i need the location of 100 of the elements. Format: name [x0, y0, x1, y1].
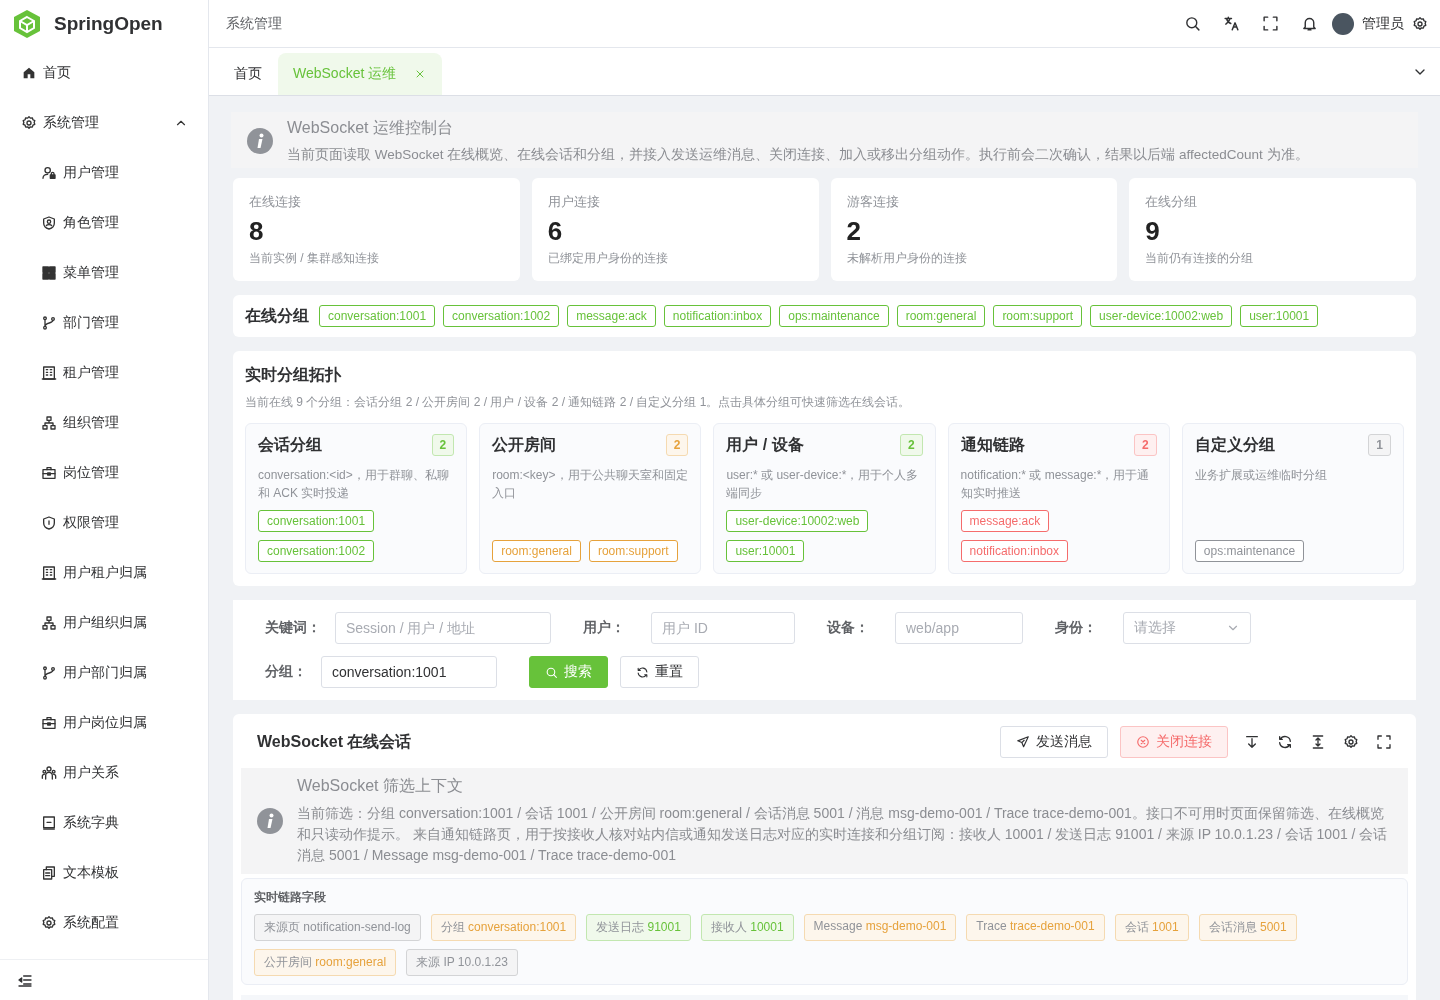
stat-label: 用户连接 [547, 193, 601, 211]
user-name[interactable]: 管理员 [1362, 14, 1404, 33]
shield-user-icon [41, 215, 57, 231]
copy-icon [41, 865, 57, 881]
group-description: room:<key>，用于公共聊天室和固定入口 [492, 467, 689, 502]
section-title: 在线分组 [245, 305, 309, 326]
reset-button[interactable]: 重置 [620, 656, 699, 688]
building-icon [41, 365, 57, 381]
collapse-menu-icon[interactable] [17, 972, 33, 988]
field-chip: Message msg-demo-001 [803, 914, 957, 941]
field-chip: 会话 1001 [1114, 914, 1189, 941]
stat-value: 6 [547, 216, 564, 246]
stat-note: 当前仍有连接的分组 [1145, 250, 1255, 267]
input-field[interactable]: 用户 ID [651, 612, 795, 644]
section-title: WebSocket 在线会话 [257, 731, 412, 752]
stat-value: 8 [249, 216, 265, 246]
branch-icon [41, 315, 57, 331]
menu-item[interactable]: 系统配置 [0, 898, 208, 948]
section-subtitle: 当前在线 9 个分组：会话分组 2 / 公开房间 2 / 用户 / 设备 2 / 通知链路 2 / 自定义分组 1。点击具体分组可快速筛选在线会话。 [245, 394, 912, 411]
home-icon [21, 65, 37, 81]
field-chip: 公开房间 room:general [254, 949, 397, 976]
group-title: 会话分组 [258, 434, 322, 455]
stat-label: 在线分组 [1145, 193, 1199, 211]
hierarchy-icon [41, 415, 57, 431]
search-icon [545, 665, 558, 679]
tab[interactable]: 首页 [225, 53, 271, 95]
group-title: 用户 / 设备 [726, 434, 804, 455]
menu-item[interactable]: 用户组织归属 [0, 598, 208, 648]
field-chip: 分组 conversation:1001 [430, 914, 577, 941]
gear-icon [41, 915, 57, 931]
field-label: 设备： [827, 619, 870, 637]
alert-title: WebSocket 筛选上下文 [297, 777, 463, 794]
field-chip: 发送日志 91001 [586, 914, 691, 941]
menu-item[interactable]: 用户岗位归属 [0, 698, 208, 748]
field-chip: 来源 IP 10.0.1.23 [406, 949, 518, 976]
logo-icon [12, 9, 42, 39]
menu-item[interactable]: 菜单管理 [0, 248, 208, 298]
alert-text: 当前页面读取 WebSocket 在线概览、在线会话和分组，并接入发送运维消息、关闭连接、加入或移出分组动作。执行前会二次确认，结果以后端 affectedCount 为准。 [287, 146, 1309, 164]
field-label: 身份： [1055, 619, 1098, 637]
branch-icon [41, 665, 57, 681]
briefcase-icon [41, 465, 57, 481]
stat-value: 9 [1145, 216, 1161, 246]
fullscreen-icon[interactable] [1262, 15, 1279, 32]
send-icon [1016, 735, 1030, 749]
menu-item[interactable]: 用户租户归属 [0, 548, 208, 598]
input-field[interactable]: conversation:1001 [321, 656, 497, 688]
book-icon [41, 815, 57, 831]
stat-note: 已绑定用户身份的连接 [547, 250, 669, 267]
group-description: conversation:<id>，用于群聊、私聊和 ACK 实时投递 [258, 467, 450, 502]
menu-item[interactable]: 系统管理 [0, 98, 208, 148]
menu-item[interactable]: 首页 [0, 48, 208, 98]
field-chip: 会话消息 5001 [1198, 914, 1297, 941]
menu-item[interactable]: 用户管理 [0, 148, 208, 198]
fullscreen-icon[interactable] [1376, 734, 1392, 750]
people-icon [41, 765, 57, 781]
section-title: 实时链路字段 [254, 889, 327, 906]
input-field[interactable]: Session / 用户 / 地址 [335, 612, 551, 644]
menu-item[interactable]: 角色管理 [0, 198, 208, 248]
user-lock-icon [41, 165, 57, 181]
input-field[interactable]: web/app [895, 612, 1023, 644]
refresh-icon[interactable] [1277, 734, 1293, 750]
gear-icon[interactable] [1412, 15, 1428, 32]
breadcrumb[interactable]: 系统管理 [226, 14, 282, 33]
stat-note: 当前实例 / 集群感知连接 [249, 250, 380, 267]
field-chip: 接收人 10001 [700, 914, 794, 941]
avatar[interactable] [1332, 12, 1354, 35]
refresh-icon [636, 665, 649, 679]
gear-icon[interactable] [1343, 734, 1359, 750]
group-description: notification:* 或 message:*，用于通知实时推送 [960, 467, 1151, 502]
menu-item[interactable]: 文本模板 [0, 848, 208, 898]
count-badge: 2 [665, 434, 689, 456]
menu-item[interactable]: 系统字典 [0, 798, 208, 848]
count-badge: 2 [1134, 434, 1157, 456]
count-badge: 1 [1368, 434, 1391, 456]
bell-icon[interactable] [1301, 15, 1318, 32]
menu-item[interactable]: 组织管理 [0, 398, 208, 448]
brand-name: SpringOpen [54, 13, 163, 35]
translate-icon[interactable] [1223, 15, 1240, 32]
info-icon [247, 128, 273, 154]
field-label: 用户： [583, 619, 626, 637]
field-label: 关键词： [265, 619, 321, 637]
alert-text: 当前筛选：分组 conversation:1001 / 会话 1001 / 公开房间 room:general / 会话消息 5001 / 消息 msg-demo-001 / Trace trace-demo-001。接口不可用时页面保留筛选、在线概览和只读动作提示。 来自通知链路页，用于按接收人核对站内信或通知发送日志对应的实时连接和分组订阅：接收人 10001 / 发送日志 91001 / 来源 IP 10.0.1.23 / 会话 1001 / 会话消息 5001 / Message msg-demo-001 / Trace trace-demo-001 [297, 804, 1389, 865]
menu-item[interactable]: 租户管理 [0, 348, 208, 398]
briefcase-icon [41, 715, 57, 731]
group-description: 业务扩展或运维临时分组 [1194, 467, 1328, 484]
group-title: 公开房间 [492, 434, 557, 455]
field-chip: 来源页 notification-send-log [254, 914, 421, 941]
stat-label: 在线连接 [249, 193, 302, 211]
menu-item[interactable]: 岗位管理 [0, 448, 208, 498]
row-height-icon[interactable] [1310, 734, 1326, 750]
section-title: 实时分组拓扑 [245, 365, 343, 385]
menu-item[interactable]: 部门管理 [0, 298, 208, 348]
send-message-button[interactable]: 发送消息 [1000, 726, 1108, 758]
group-title: 自定义分组 [1194, 434, 1275, 455]
menu-item[interactable]: 用户关系 [0, 748, 208, 798]
menu-item[interactable]: 用户部门归属 [0, 648, 208, 698]
download-icon[interactable] [1244, 734, 1260, 750]
menu-item[interactable]: 权限管理 [0, 498, 208, 548]
gear-icon [21, 115, 37, 131]
search-icon[interactable] [1184, 15, 1201, 32]
